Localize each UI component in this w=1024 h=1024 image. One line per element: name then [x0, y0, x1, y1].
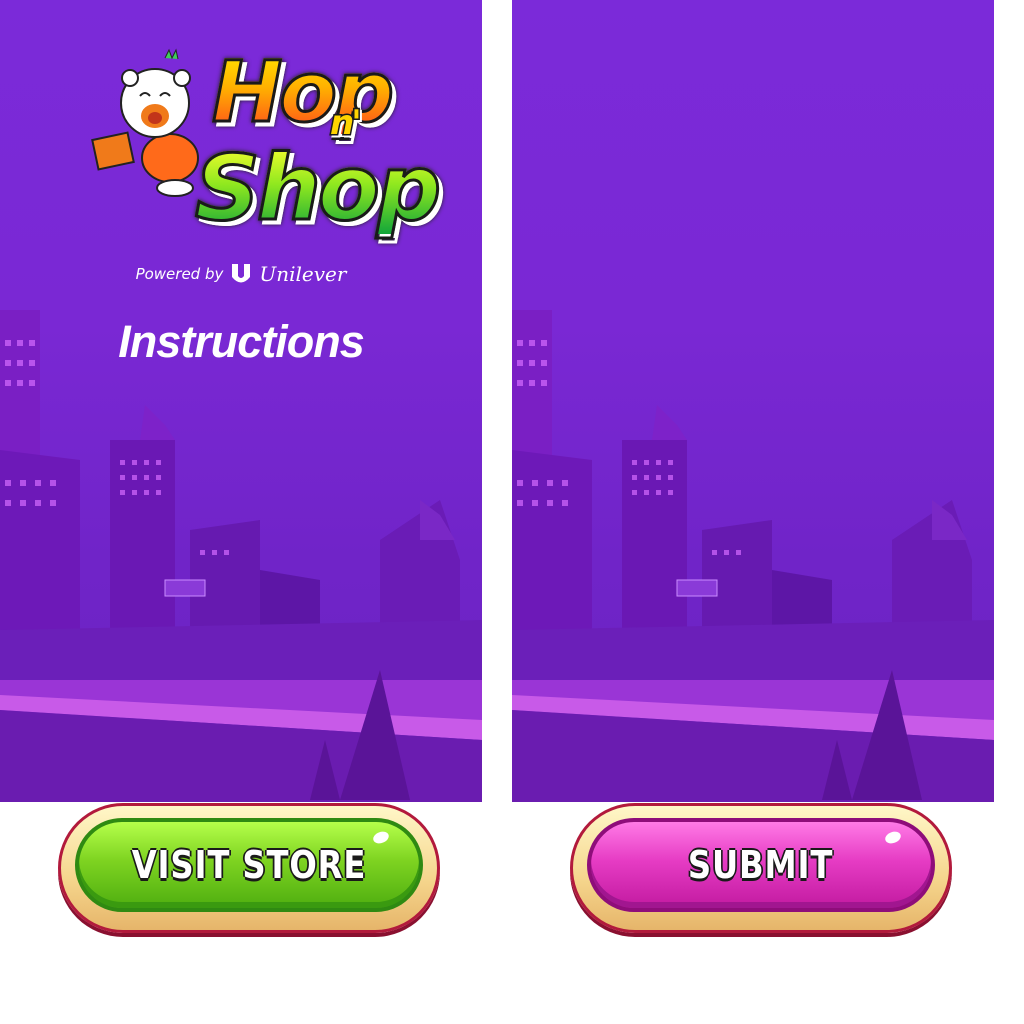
powered-by-label: Powered by: [135, 265, 224, 283]
visit-store-button-face[interactable]: VISIT STORE: [75, 818, 423, 912]
gloss-highlight: [883, 829, 903, 846]
submit-button[interactable]: SUBMIT: [570, 803, 952, 933]
powered-by-line: Powered by Unilever: [0, 262, 482, 286]
unilever-u-icon: [232, 264, 251, 283]
instructions-heading: Instructions: [118, 316, 365, 367]
content-panel: [512, 0, 994, 802]
city-skyline-background: [512, 310, 994, 802]
unilever-wordmark: Unilever: [259, 262, 347, 286]
gloss-highlight: [371, 829, 391, 846]
submit-button-face[interactable]: SUBMIT: [587, 818, 935, 912]
logo-word-n: n': [329, 103, 364, 143]
visit-store-label: VISIT STORE: [131, 843, 367, 887]
logo-word-hop: Hop: [210, 43, 395, 141]
city-skyline-background: [0, 310, 482, 802]
logo-word-shop: Shop: [193, 136, 442, 241]
visit-store-button[interactable]: VISIT STORE: [58, 803, 440, 933]
instructions-panel: Hop n' Shop Powered by Unilever Instruct…: [0, 0, 482, 802]
hop-n-shop-logo: Hop n' Shop: [90, 43, 443, 263]
submit-label: SUBMIT: [688, 843, 834, 887]
